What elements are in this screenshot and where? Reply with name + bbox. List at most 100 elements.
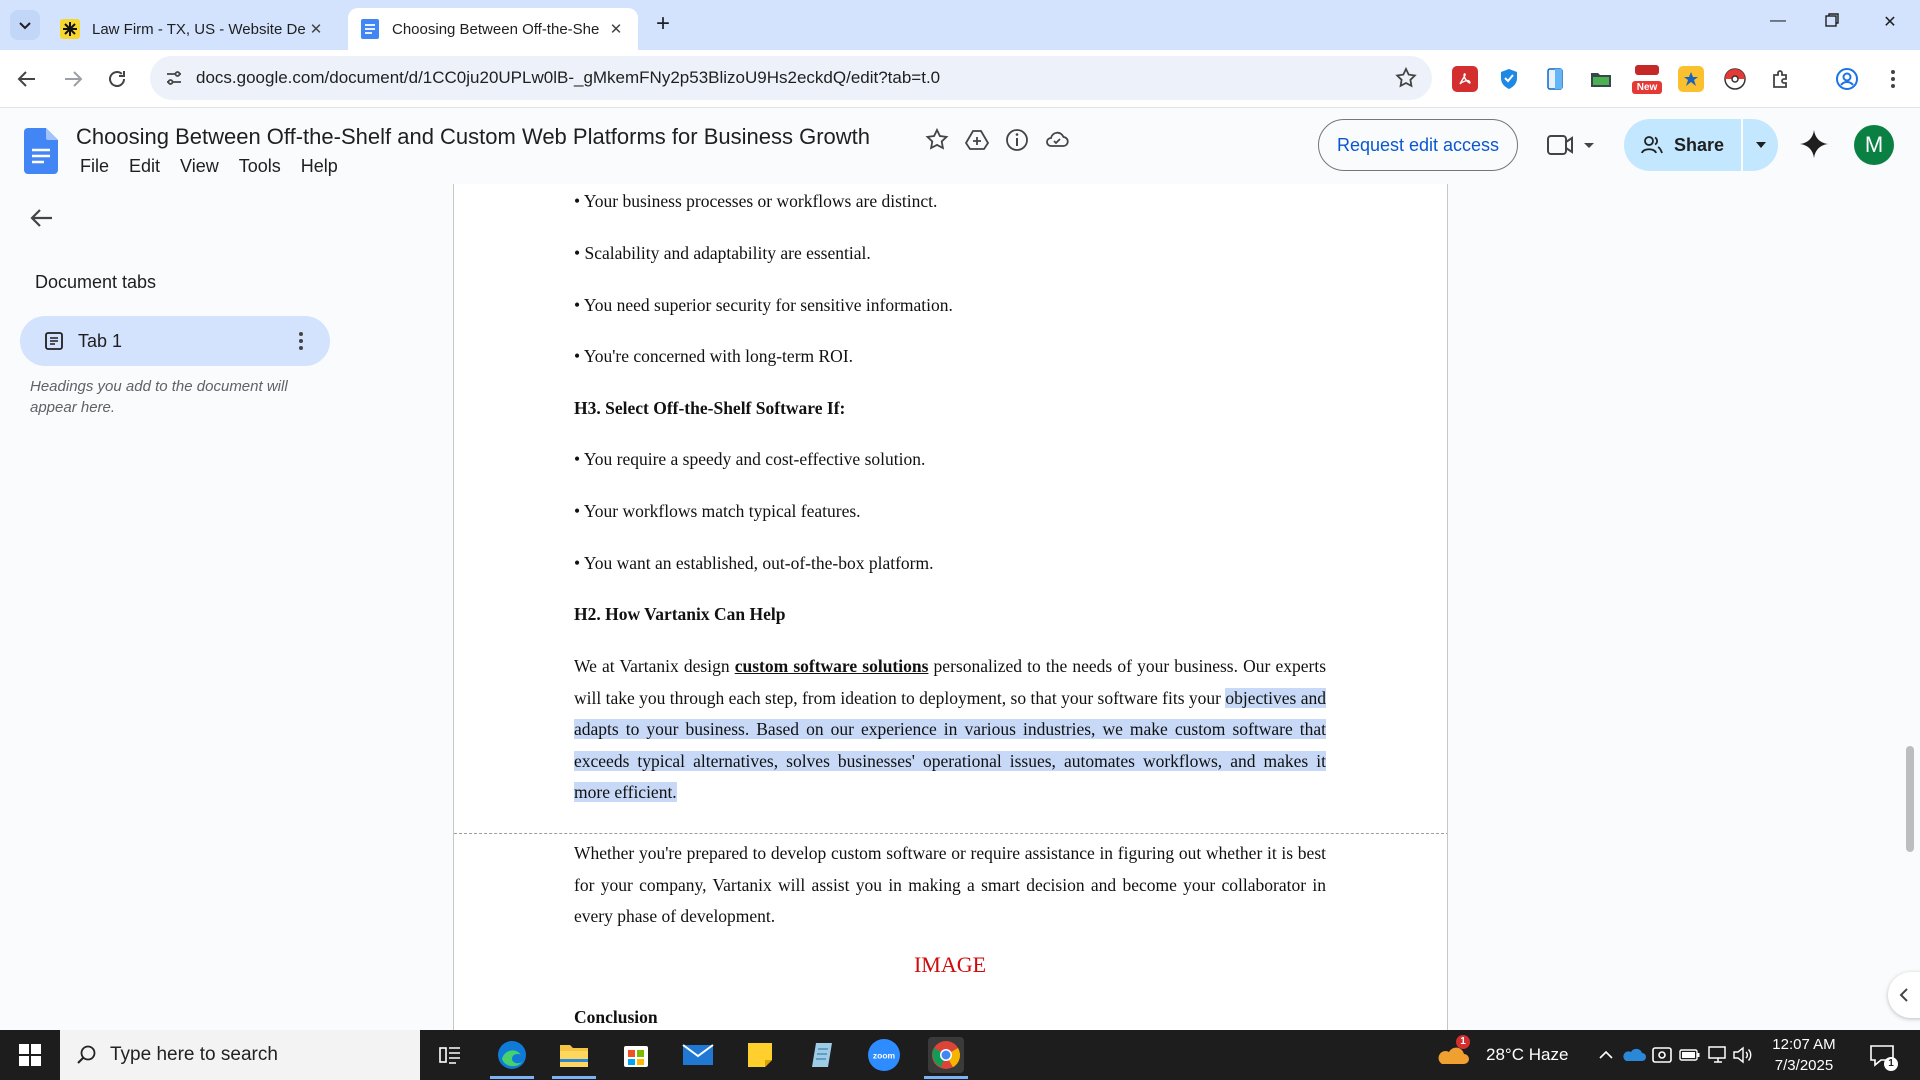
start-button[interactable] xyxy=(0,1030,60,1080)
tab-title: Law Firm - TX, US - Website De xyxy=(92,20,306,38)
tab-options-icon[interactable] xyxy=(296,330,306,352)
side-panel-toggle[interactable] xyxy=(1888,972,1920,1018)
close-outline-arrow-icon[interactable] xyxy=(28,204,56,232)
taskbar-search-placeholder: Type here to search xyxy=(110,1044,278,1065)
site-settings-icon[interactable] xyxy=(164,68,184,88)
onedrive-cloud-icon[interactable] xyxy=(1620,1037,1648,1073)
bullet-item: • Your business processes or workflows a… xyxy=(574,191,938,211)
arrow-right-icon xyxy=(65,71,83,87)
windows-taskbar: Type here to search zoom 1 28°C Haze 12:… xyxy=(0,1030,1920,1080)
share-divider xyxy=(1741,119,1743,171)
heading-h3: H3. Select Off-the-Shelf Software If: xyxy=(574,398,846,418)
file-explorer-icon[interactable] xyxy=(556,1037,592,1073)
bullet-item: • Your workflows match typical features. xyxy=(574,501,861,521)
battery-icon[interactable] xyxy=(1676,1037,1704,1073)
browser-tab-docs[interactable]: Choosing Between Off-the-She ✕ xyxy=(348,8,638,50)
document-title[interactable]: Choosing Between Off-the-Shelf and Custo… xyxy=(76,124,870,150)
notepad-icon[interactable] xyxy=(804,1037,840,1073)
document-tab-1[interactable]: Tab 1 xyxy=(20,316,330,366)
notebook-extension-icon[interactable] xyxy=(1542,66,1568,92)
document-tab-icon xyxy=(45,332,63,350)
document-tabs-heading: Document tabs xyxy=(35,272,157,292)
pdf-icon[interactable] xyxy=(1452,66,1478,92)
task-view-icon[interactable] xyxy=(432,1037,468,1073)
docs-favicon-icon xyxy=(360,19,380,39)
reload-button[interactable] xyxy=(102,64,132,94)
close-tab-icon[interactable]: ✕ xyxy=(306,20,326,38)
cloud-saved-icon[interactable] xyxy=(1044,127,1070,153)
running-app-indicator xyxy=(490,1076,534,1079)
paragraph-vartanix: We at Vartanix design custom software so… xyxy=(574,651,1326,809)
info-icon[interactable] xyxy=(1004,127,1030,153)
meet-button[interactable] xyxy=(1540,128,1600,162)
search-icon xyxy=(77,1045,96,1064)
video-camera-icon xyxy=(1547,135,1594,155)
share-options-button[interactable] xyxy=(1744,119,1778,171)
edge-browser-icon[interactable] xyxy=(494,1037,530,1073)
docs-logo-icon[interactable] xyxy=(24,128,58,174)
profile-icon[interactable] xyxy=(1834,66,1860,92)
new-badge-label: New xyxy=(1632,81,1662,94)
bookmark-star-icon[interactable] xyxy=(1394,66,1418,90)
minimize-window-button[interactable]: — xyxy=(1758,12,1798,38)
browser-tab-law-firm[interactable]: Law Firm - TX, US - Website De ✕ xyxy=(48,8,338,50)
pokeball-extension-icon[interactable] xyxy=(1722,66,1748,92)
share-button[interactable]: Share xyxy=(1624,119,1740,171)
notification-center-icon[interactable]: 1 xyxy=(1864,1037,1900,1073)
document-page[interactable]: • Your business processes or workflows a… xyxy=(453,184,1448,1030)
system-clock[interactable]: 12:07 AM 7/3/2025 xyxy=(1744,1034,1864,1076)
microsoft-store-icon[interactable] xyxy=(618,1037,654,1073)
taskbar-search[interactable]: Type here to search xyxy=(60,1030,420,1080)
windows-logo-icon xyxy=(19,1044,41,1066)
star-extension-icon[interactable] xyxy=(1678,66,1704,92)
weather-icon[interactable]: 1 xyxy=(1436,1035,1472,1073)
menu-file[interactable]: File xyxy=(70,154,119,179)
close-tab-icon[interactable]: ✕ xyxy=(606,20,626,38)
kebab-menu-icon[interactable] xyxy=(1880,66,1906,92)
shield-extension-icon[interactable] xyxy=(1496,66,1522,92)
weather-text[interactable]: 28°C Haze xyxy=(1486,1045,1568,1065)
bullet-item: • Scalability and adaptability are essen… xyxy=(574,243,871,263)
bullet-item: • You need superior security for sensiti… xyxy=(574,295,953,315)
zoom-icon[interactable]: zoom xyxy=(866,1037,902,1073)
address-bar[interactable]: docs.google.com/document/d/1CC0ju20UPLw0… xyxy=(150,56,1432,100)
puzzle-icon[interactable] xyxy=(1768,66,1794,92)
forward-button[interactable] xyxy=(58,64,88,94)
menu-view[interactable]: View xyxy=(170,154,229,179)
bullet-item: • You require a speedy and cost-effectiv… xyxy=(574,449,926,469)
folder-extension-icon[interactable] xyxy=(1588,66,1614,92)
show-hidden-icons-chevron-icon[interactable] xyxy=(1594,1037,1618,1073)
image-placeholder: IMAGE xyxy=(913,952,987,977)
reload-icon xyxy=(109,71,125,87)
new-badge-extension-icon[interactable]: New xyxy=(1632,64,1662,94)
tab-search-button[interactable] xyxy=(10,10,40,40)
people-icon xyxy=(1641,136,1663,154)
share-label: Share xyxy=(1673,134,1725,155)
back-button[interactable] xyxy=(12,64,42,94)
gemini-sparkle-icon[interactable] xyxy=(1798,128,1830,160)
new-tab-button[interactable]: + xyxy=(650,12,676,38)
sticky-notes-icon[interactable] xyxy=(742,1037,778,1073)
chrome-icon[interactable] xyxy=(928,1037,964,1073)
browser-tab-strip: Law Firm - TX, US - Website De ✕ Choosin… xyxy=(0,0,1920,50)
move-to-drive-icon[interactable] xyxy=(964,127,990,153)
menu-tools[interactable]: Tools xyxy=(229,154,291,179)
document-tab-label: Tab 1 xyxy=(78,331,123,351)
menu-help[interactable]: Help xyxy=(291,154,348,179)
notification-count: 1 xyxy=(1884,1057,1898,1071)
restore-window-button[interactable] xyxy=(1812,12,1852,38)
vertical-scrollbar[interactable] xyxy=(1906,746,1914,852)
meet-now-icon[interactable] xyxy=(1648,1037,1676,1073)
mail-icon[interactable] xyxy=(680,1037,716,1073)
running-app-indicator xyxy=(552,1076,596,1079)
page-break-line xyxy=(454,833,1447,834)
menu-edit[interactable]: Edit xyxy=(119,154,170,179)
url-text[interactable]: docs.google.com/document/d/1CC0ju20UPLw0… xyxy=(196,68,940,88)
menu-bar: File Edit View Tools Help xyxy=(70,154,348,179)
account-avatar[interactable]: M xyxy=(1854,125,1894,165)
custom-software-link[interactable]: custom software solutions xyxy=(735,656,929,676)
request-edit-access-button[interactable]: Request edit access xyxy=(1318,119,1518,171)
network-icon[interactable] xyxy=(1704,1037,1732,1073)
star-icon[interactable] xyxy=(924,127,950,153)
close-window-button[interactable]: ✕ xyxy=(1870,12,1910,38)
